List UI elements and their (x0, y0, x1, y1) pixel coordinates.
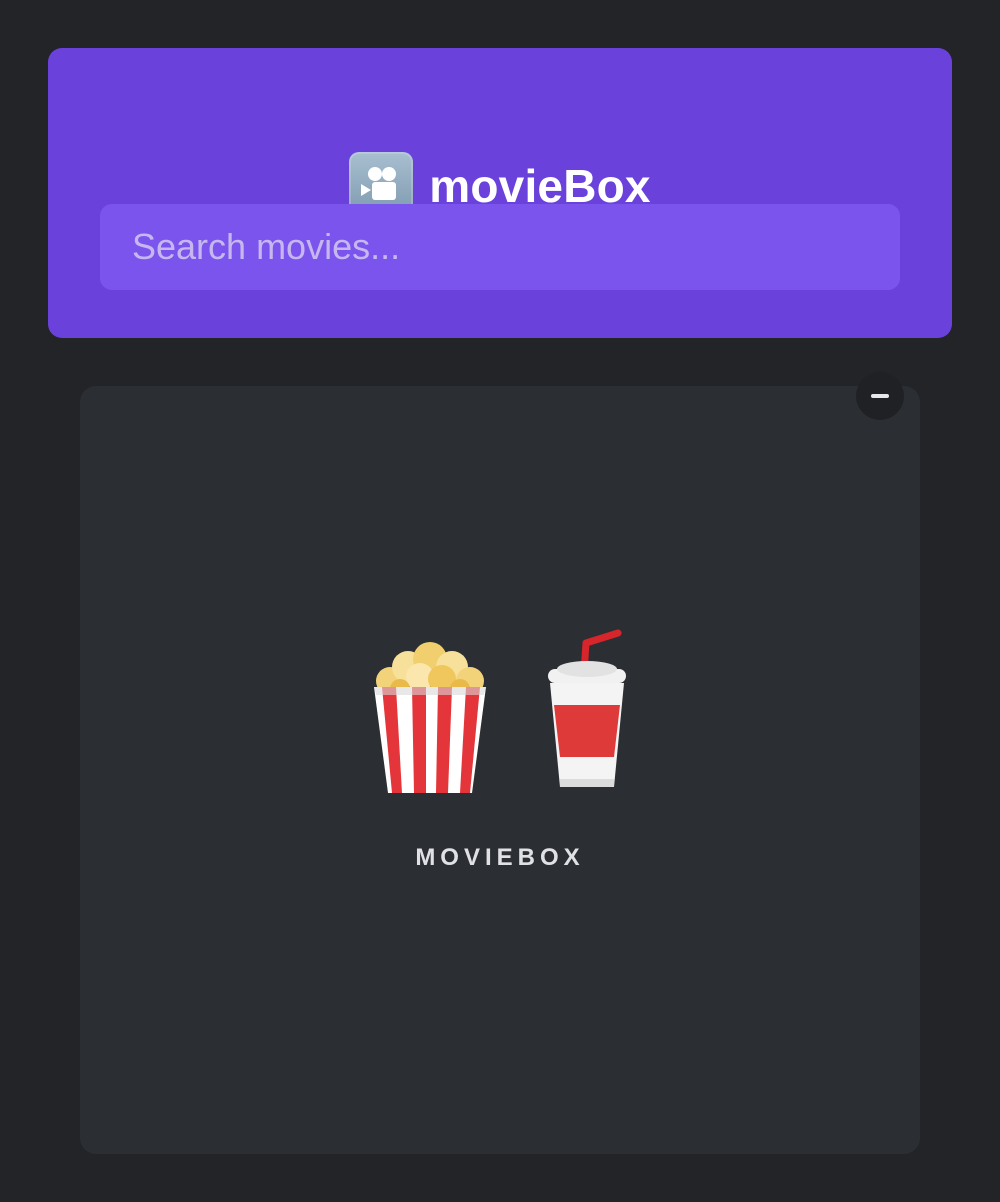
soft-drink-cup-icon (542, 629, 632, 804)
popcorn-icon (368, 629, 492, 804)
snack-icons (80, 626, 920, 806)
content-card: MOVIEBOX (80, 372, 920, 1154)
search-input[interactable] (100, 204, 900, 290)
header-panel: movieBox (48, 48, 952, 338)
minimize-button[interactable] (856, 372, 904, 420)
minus-icon (871, 394, 889, 398)
card-label: MOVIEBOX (415, 844, 585, 871)
